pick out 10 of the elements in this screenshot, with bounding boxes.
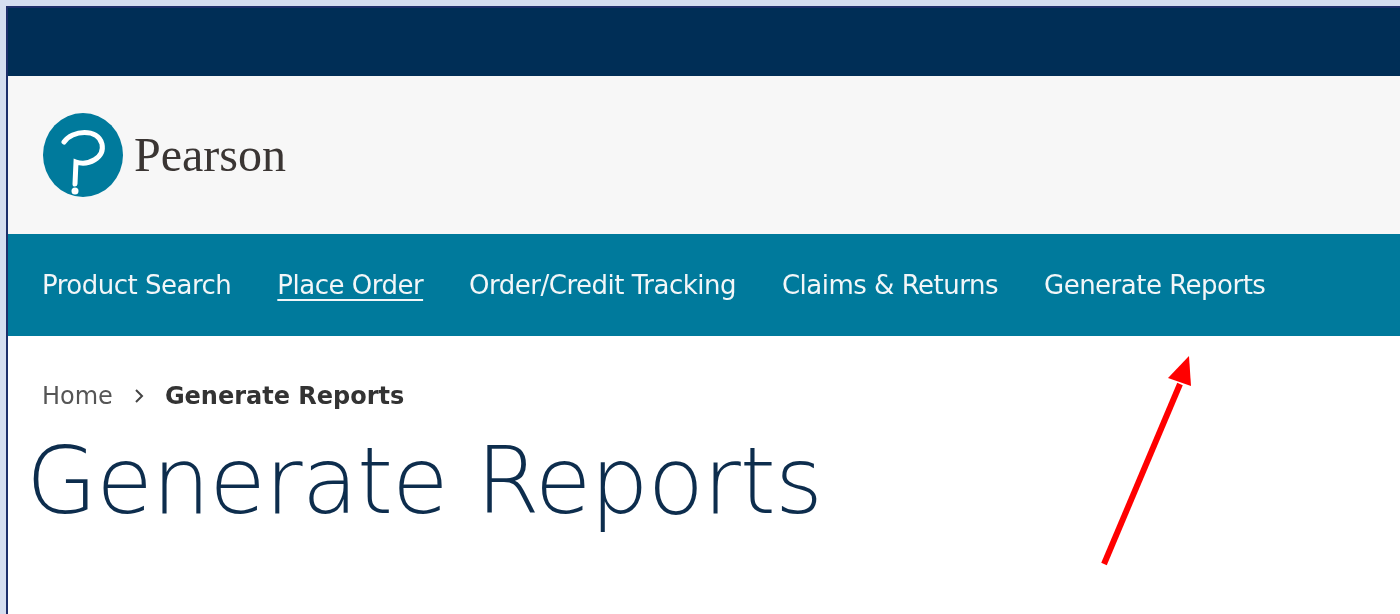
breadcrumb-item: Generate Reports	[164, 381, 405, 412]
nav-link[interactable]: Order/Credit Tracking	[469, 265, 736, 305]
chevron-icon	[132, 387, 145, 405]
breadcrumb-item[interactable]: Home	[42, 378, 113, 414]
nav-link[interactable]: Product Search	[42, 265, 232, 305]
nav-link[interactable]: Place Order	[277, 265, 424, 305]
brand-name: Pearson	[134, 127, 286, 183]
logo-icon	[42, 112, 124, 198]
nav-link[interactable]: Claims & Returns	[781, 265, 998, 305]
nav-link[interactable]: Generate Reports	[1044, 265, 1266, 305]
